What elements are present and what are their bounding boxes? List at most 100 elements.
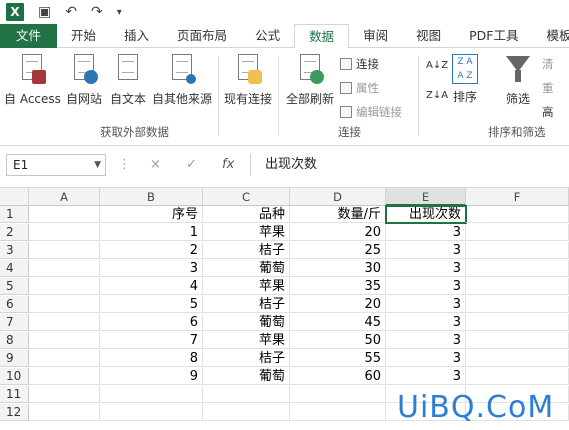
cell-d1[interactable]: 数量/斤 (290, 206, 386, 223)
connections-button[interactable]: 连接 (340, 56, 379, 72)
cell-c5[interactable]: 苹果 (203, 278, 290, 295)
cell-d9[interactable]: 55 (290, 350, 386, 367)
name-box[interactable]: E1 ▼ (6, 154, 106, 176)
cell-c10[interactable]: 葡萄 (203, 368, 290, 385)
select-all-corner[interactable] (0, 188, 29, 206)
row-header-2[interactable]: 2 (0, 224, 29, 241)
save-icon[interactable]: ▣ (38, 4, 51, 20)
cell-f6[interactable] (466, 296, 569, 313)
from-other-sources-button[interactable]: 自其他来源 (152, 54, 212, 107)
cell-e4[interactable]: 3 (386, 260, 466, 277)
row-header-3[interactable]: 3 (0, 242, 29, 259)
from-access-button[interactable]: 自 Access (4, 54, 61, 107)
cell-a6[interactable] (29, 296, 100, 313)
cell-b1[interactable]: 序号 (100, 206, 203, 223)
cell-a11[interactable] (29, 386, 100, 403)
tab-pdf-tools[interactable]: PDF工具 (455, 24, 532, 48)
tab-file[interactable]: 文件 (0, 24, 58, 48)
cell-f9[interactable] (466, 350, 569, 367)
cell-b10[interactable]: 9 (100, 368, 203, 385)
clear-filter-button[interactable]: 清 (542, 56, 554, 72)
cell-f8[interactable] (466, 332, 569, 349)
cell-e10[interactable]: 3 (386, 368, 466, 385)
cell-c7[interactable]: 葡萄 (203, 314, 290, 331)
column-header-a[interactable]: A (29, 188, 100, 206)
cell-d12[interactable] (290, 404, 386, 421)
tab-templates[interactable]: 模板 (532, 24, 569, 48)
cell-d6[interactable]: 20 (290, 296, 386, 313)
row-header-4[interactable]: 4 (0, 260, 29, 277)
row-header-6[interactable]: 6 (0, 296, 29, 313)
cell-d4[interactable]: 30 (290, 260, 386, 277)
cell-e5[interactable]: 3 (386, 278, 466, 295)
tab-review[interactable]: 审阅 (349, 24, 402, 48)
column-header-d[interactable]: D (290, 188, 386, 206)
sort-ascending-button[interactable]: A↓Z (426, 60, 448, 71)
tab-formulas[interactable]: 公式 (241, 24, 294, 48)
row-header-7[interactable]: 7 (0, 314, 29, 331)
cell-c12[interactable] (203, 404, 290, 421)
refresh-all-button[interactable]: 全部刷新 (286, 54, 334, 107)
cell-a2[interactable] (29, 224, 100, 241)
cell-a5[interactable] (29, 278, 100, 295)
row-header-11[interactable]: 11 (0, 386, 29, 403)
cell-a10[interactable] (29, 368, 100, 385)
cell-c8[interactable]: 苹果 (203, 332, 290, 349)
cancel-icon[interactable]: × (150, 154, 161, 176)
column-header-b[interactable]: B (100, 188, 203, 206)
formula-input[interactable]: 出现次数 (250, 154, 569, 176)
cell-b6[interactable]: 5 (100, 296, 203, 313)
cell-b11[interactable] (100, 386, 203, 403)
column-header-e[interactable]: E (386, 188, 466, 206)
cell-b4[interactable]: 3 (100, 260, 203, 277)
cell-b12[interactable] (100, 404, 203, 421)
column-header-c[interactable]: C (203, 188, 290, 206)
customize-icon[interactable]: ▾ (117, 7, 122, 18)
advanced-filter-button[interactable]: 高 (542, 104, 554, 120)
redo-icon[interactable]: ↷ (91, 4, 103, 20)
fx-icon[interactable]: fx (222, 154, 234, 176)
row-header-5[interactable]: 5 (0, 278, 29, 295)
row-header-9[interactable]: 9 (0, 350, 29, 367)
enter-icon[interactable]: ✓ (186, 154, 197, 176)
cell-e2[interactable]: 3 (386, 224, 466, 241)
row-header-8[interactable]: 8 (0, 332, 29, 349)
tab-insert[interactable]: 插入 (110, 24, 163, 48)
cell-d2[interactable]: 20 (290, 224, 386, 241)
cell-e8[interactable]: 3 (386, 332, 466, 349)
cell-e7[interactable]: 3 (386, 314, 466, 331)
cell-f4[interactable] (466, 260, 569, 277)
cell-f1[interactable] (466, 206, 569, 223)
filter-button[interactable]: 筛选 (504, 54, 532, 107)
properties-button[interactable]: 属性 (340, 80, 379, 96)
tab-view[interactable]: 视图 (402, 24, 455, 48)
cell-c3[interactable]: 桔子 (203, 242, 290, 259)
cell-c11[interactable] (203, 386, 290, 403)
cell-d10[interactable]: 60 (290, 368, 386, 385)
cell-a8[interactable] (29, 332, 100, 349)
cell-b7[interactable]: 6 (100, 314, 203, 331)
cell-f10[interactable] (466, 368, 569, 385)
tab-page-layout[interactable]: 页面布局 (163, 24, 241, 48)
cell-a9[interactable] (29, 350, 100, 367)
cell-b8[interactable]: 7 (100, 332, 203, 349)
cell-f7[interactable] (466, 314, 569, 331)
cell-a3[interactable] (29, 242, 100, 259)
cell-a12[interactable] (29, 404, 100, 421)
tab-data[interactable]: 数据 (294, 24, 350, 49)
cell-b9[interactable]: 8 (100, 350, 203, 367)
cell-a4[interactable] (29, 260, 100, 277)
cell-d11[interactable] (290, 386, 386, 403)
cell-f2[interactable] (466, 224, 569, 241)
reapply-button[interactable]: 重 (542, 80, 554, 96)
cell-c9[interactable]: 桔子 (203, 350, 290, 367)
edit-links-button[interactable]: 编辑链接 (340, 104, 402, 120)
cell-b2[interactable]: 1 (100, 224, 203, 241)
column-header-f[interactable]: F (466, 188, 569, 206)
cell-c2[interactable]: 苹果 (203, 224, 290, 241)
cell-d3[interactable]: 25 (290, 242, 386, 259)
cell-d7[interactable]: 45 (290, 314, 386, 331)
cell-e6[interactable]: 3 (386, 296, 466, 313)
cell-b5[interactable]: 4 (100, 278, 203, 295)
sort-button[interactable]: Z AA Z 排序 (452, 54, 478, 105)
